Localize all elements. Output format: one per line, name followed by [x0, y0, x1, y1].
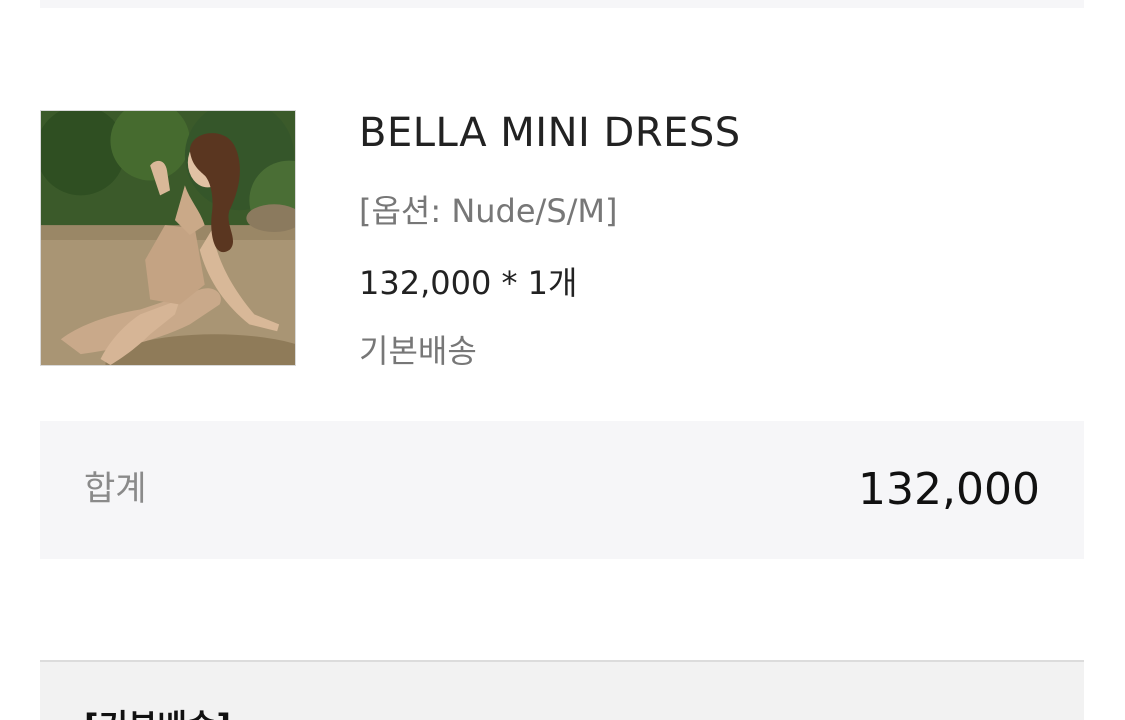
top-divider-strip: [40, 0, 1084, 8]
product-price-quantity: 132,000 * 1개: [359, 264, 578, 302]
order-summary-box: 합계 132,000: [40, 421, 1084, 559]
order-item-row: BELLA MINI DRESS [옵션: Nude/S/M] 132,000 …: [40, 110, 1084, 370]
total-amount: 132,000: [858, 464, 1040, 515]
shipping-type: 기본배송: [359, 332, 477, 370]
product-option: [옵션: Nude/S/M]: [359, 192, 618, 230]
shipping-group-heading: [기본배송]: [84, 706, 231, 720]
shipping-group-section: [기본배송]: [40, 660, 1084, 720]
product-photo-illustration: [41, 111, 295, 365]
product-thumbnail[interactable]: [40, 110, 296, 366]
product-name[interactable]: BELLA MINI DRESS: [359, 110, 741, 156]
total-label: 합계: [84, 469, 147, 509]
